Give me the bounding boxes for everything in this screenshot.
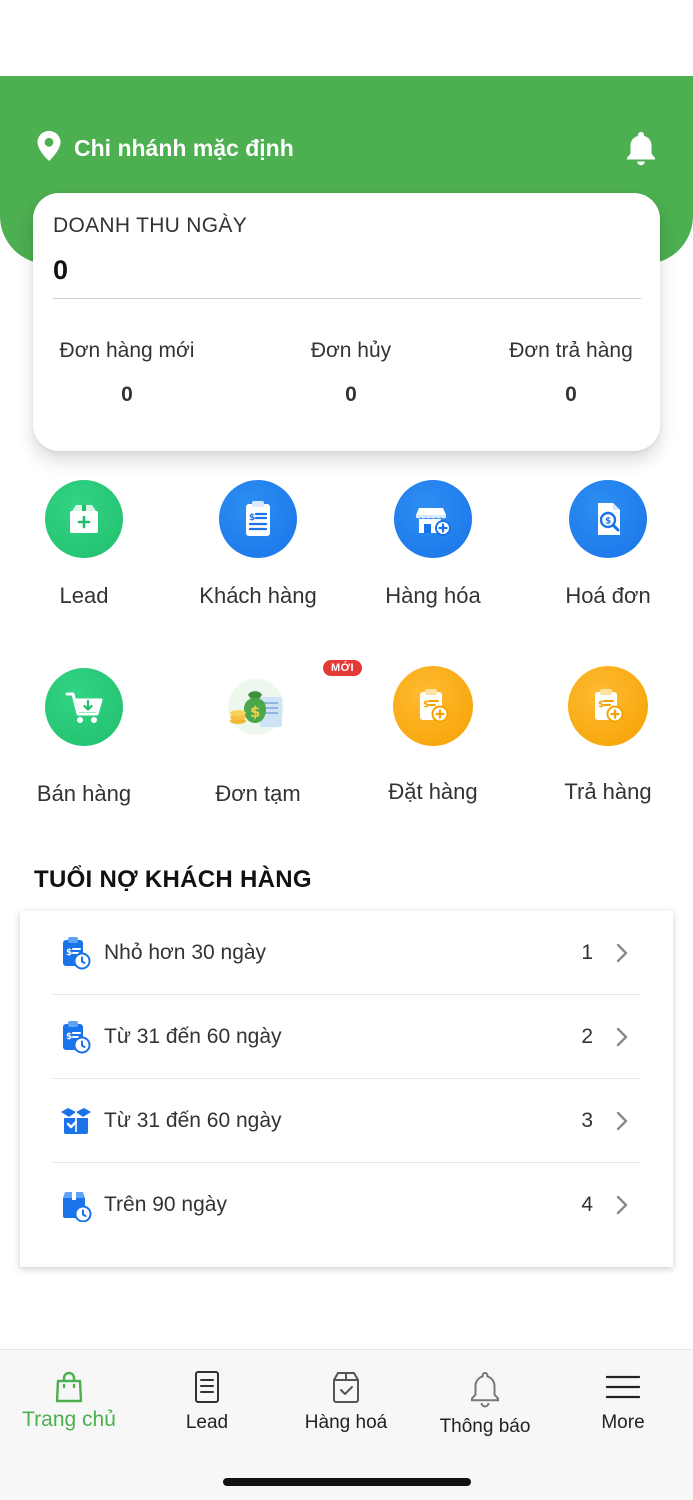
debt-row-label: Nhỏ hơn 30 ngày xyxy=(104,940,267,964)
quick-action-place-order[interactable]: $ Đặt hàng xyxy=(346,666,520,805)
stat-value: 0 xyxy=(565,383,577,406)
quick-action-invoices[interactable]: $ Hoá đơn xyxy=(521,480,693,609)
quick-action-label: Trả hàng xyxy=(564,779,652,804)
quick-action-label: Khách hàng xyxy=(199,583,317,608)
svg-text:$: $ xyxy=(66,1032,72,1042)
tab-label: Lead xyxy=(185,1412,229,1433)
stat-returned-orders[interactable]: Đơn trả hàng 0 xyxy=(501,339,641,407)
tab-lead[interactable]: Lead xyxy=(138,1368,276,1434)
stat-new-orders[interactable]: Đơn hàng mới 0 xyxy=(53,339,201,407)
debt-card: $ Nhỏ hơn 30 ngày 1 $ Từ 31 đến 60 ngày … xyxy=(20,911,673,1267)
chevron-right-icon xyxy=(615,1195,629,1215)
quick-action-label: Đơn tạm xyxy=(215,781,301,806)
stat-value: 0 xyxy=(121,383,133,406)
cart-icon xyxy=(45,668,123,746)
quick-action-label: Đặt hàng xyxy=(388,779,478,804)
tab-notifications[interactable]: Thông báo xyxy=(416,1368,554,1438)
quick-action-lead[interactable]: Lead xyxy=(0,480,171,609)
chevron-right-icon xyxy=(615,943,629,963)
debt-row-label: Từ 31 đến 60 ngày xyxy=(104,1108,282,1132)
debt-section-title: TUỔI NỢ KHÁCH HÀNG xyxy=(34,866,312,893)
debt-row-label: Trên 90 ngày xyxy=(104,1193,227,1216)
stat-cancelled-orders[interactable]: Đơn hủy 0 xyxy=(298,339,404,407)
svg-text:$: $ xyxy=(250,703,260,721)
tab-label: Trang chủ xyxy=(22,1408,116,1431)
tab-label: Hàng hoá xyxy=(304,1412,388,1433)
stat-label: Đơn hàng mới xyxy=(59,339,195,362)
debt-row[interactable]: $ Từ 31 đến 60 ngày 2 xyxy=(52,995,641,1079)
debt-row-count: 1 xyxy=(581,940,593,964)
revenue-title: DOANH THU NGÀY xyxy=(53,214,247,237)
open-box-icon xyxy=(60,1103,92,1139)
tab-home[interactable]: Trang chủ xyxy=(0,1368,138,1432)
location-pin-icon xyxy=(36,130,62,167)
debt-row-label: Từ 31 đến 60 ngày xyxy=(104,1024,282,1048)
debt-row[interactable]: Trên 90 ngày 4 xyxy=(52,1163,641,1247)
divider xyxy=(53,298,641,299)
tab-label: More xyxy=(601,1412,645,1433)
stat-label: Đơn hủy xyxy=(310,339,392,362)
debt-row-count: 3 xyxy=(581,1108,593,1132)
debt-row-count: 4 xyxy=(581,1193,593,1216)
quick-action-customers[interactable]: $ Khách hàng xyxy=(171,480,345,609)
document-icon xyxy=(138,1368,276,1406)
debt-row[interactable]: $ Nhỏ hơn 30 ngày 1 xyxy=(52,911,641,995)
quick-action-label: Hàng hóa xyxy=(385,583,481,608)
quick-action-returns[interactable]: $ Trả hàng xyxy=(521,666,693,805)
box-clock-icon xyxy=(60,1187,92,1223)
quick-action-sales[interactable]: Bán hàng xyxy=(0,668,171,807)
svg-text:$: $ xyxy=(66,948,72,958)
debt-row[interactable]: Từ 31 đến 60 ngày 3 xyxy=(52,1079,641,1163)
tab-goods[interactable]: Hàng hoá xyxy=(277,1368,415,1434)
debt-row-count: 2 xyxy=(581,1024,593,1048)
money-bag-icon: $ MỚI xyxy=(219,660,363,746)
status-bar-area xyxy=(0,0,693,76)
clipboard-money-icon: $ xyxy=(219,480,297,558)
store-plus-icon xyxy=(394,480,472,558)
package-check-icon xyxy=(277,1368,415,1406)
tab-more[interactable]: More xyxy=(554,1368,692,1434)
stat-label: Đơn trả hàng xyxy=(509,339,633,362)
home-indicator xyxy=(223,1478,471,1486)
clipboard-clock-icon: $ xyxy=(60,935,92,971)
branch-label: Chi nhánh mặc định xyxy=(74,135,294,161)
quick-action-label: Hoá đơn xyxy=(565,583,651,608)
return-plus-icon: $ xyxy=(568,666,648,746)
quick-action-label: Lead xyxy=(59,583,109,608)
chevron-right-icon xyxy=(615,1027,629,1047)
revenue-value: 0 xyxy=(53,255,69,285)
quick-action-goods[interactable]: Hàng hóa xyxy=(346,480,520,609)
menu-icon xyxy=(554,1368,692,1406)
shopping-bag-icon xyxy=(0,1368,138,1406)
bell-icon[interactable] xyxy=(624,130,658,166)
box-plus-icon xyxy=(45,480,123,558)
branch-selector[interactable]: Chi nhánh mặc định xyxy=(36,130,294,167)
svg-text:$: $ xyxy=(249,513,255,523)
order-plus-icon: $ xyxy=(393,666,473,746)
chevron-right-icon xyxy=(615,1111,629,1131)
stat-value: 0 xyxy=(345,383,357,406)
tab-label: Thông báo xyxy=(439,1416,531,1437)
revenue-card: DOANH THU NGÀY 0 Đơn hàng mới 0 Đơn hủy … xyxy=(33,193,660,451)
invoice-search-icon: $ xyxy=(569,480,647,558)
quick-action-draft-orders[interactable]: $ MỚI Đơn tạm xyxy=(171,660,363,807)
clipboard-clock-icon: $ xyxy=(60,1019,92,1055)
quick-action-label: Bán hàng xyxy=(36,781,132,806)
bell-outline-icon xyxy=(416,1368,554,1410)
svg-text:$: $ xyxy=(605,517,611,527)
